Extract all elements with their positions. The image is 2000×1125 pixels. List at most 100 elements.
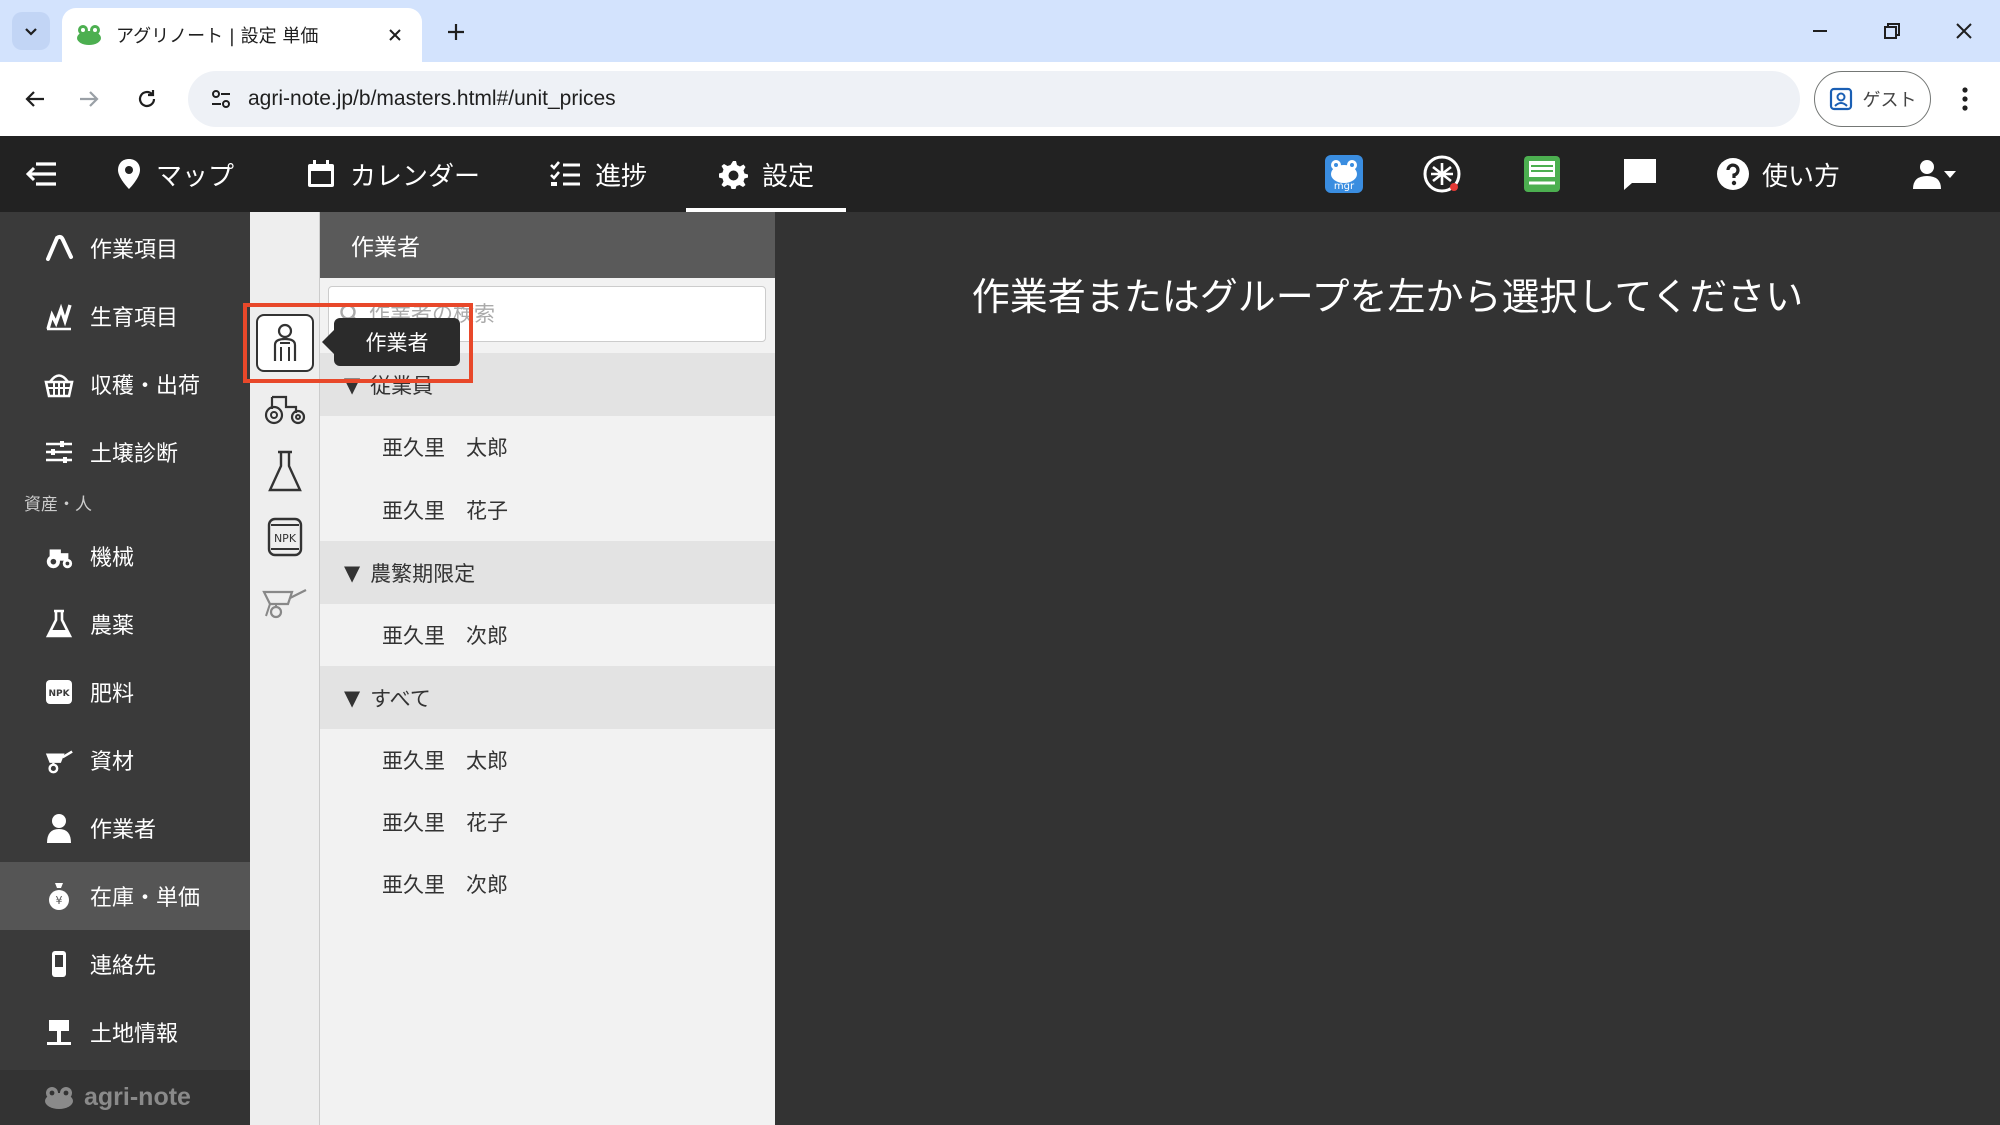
worker-row[interactable]: 亜久里 花子 [320,478,775,541]
browser-menu-button[interactable] [1948,80,1982,118]
reload-icon [138,90,156,108]
messages-button[interactable] [1620,154,1660,194]
worker-row[interactable]: 亜久里 太郎 [320,415,775,478]
flask-icon [44,609,74,639]
sidebar-item-label: 生育項目 [90,306,179,331]
worker-row[interactable]: 亜久里 次郎 [320,852,775,915]
mgr-app-button[interactable]: mgr [1322,154,1366,194]
nav-progress[interactable]: 進捗 [549,136,647,212]
agri-note-logo: agri-note [0,1070,250,1125]
site-info-button[interactable] [194,71,248,127]
sidebar-item-label: 資材 [90,750,135,775]
checklist-icon [550,161,580,186]
close-icon [389,29,401,41]
tab-title: アグリノート | 設定 単価 [116,26,319,47]
sidebar-item-land-info[interactable]: 土地情報 [0,998,250,1066]
worker-row[interactable]: 亜久里 次郎 [320,603,775,666]
arrow-right-icon [80,91,99,107]
worker-row[interactable]: 亜久里 太郎 [320,728,775,791]
user-icon [1913,160,1941,189]
reload-button[interactable] [128,80,166,118]
person-icon [44,813,74,843]
back-button[interactable] [16,80,54,118]
new-tab-button[interactable] [440,16,472,48]
sidebar-item-label: 農薬 [90,614,135,639]
nav-calendar[interactable]: カレンダー [306,136,480,212]
close-window-button[interactable] [1946,14,1982,48]
svg-text:¥: ¥ [56,894,63,907]
wheelbarrow-icon [44,745,74,775]
rice-app-button[interactable] [1422,154,1462,194]
sidebar-item-machinery[interactable]: 機械 [0,522,250,590]
sidebar-item-work-items[interactable]: 作業項目 [0,214,250,282]
sidebar-item-workers[interactable]: 作業者 [0,794,250,862]
nav-settings[interactable]: 設定 [686,136,847,212]
guest-profile-button[interactable]: ゲスト [1814,71,1931,127]
category-machinery-button[interactable] [256,378,314,436]
restore-button[interactable] [1874,14,1910,48]
category-materials-button[interactable] [256,572,314,630]
category-fertilizer-button[interactable]: NPK [256,508,314,566]
sidebar-item-label: 収穫・出荷 [90,374,201,399]
user-menu-button[interactable] [1906,154,1962,194]
frog-logo-icon [45,1086,73,1109]
group-row-busy-season[interactable]: ▼ 農繁期限定 [320,541,775,604]
npk-text: NPK [274,532,297,545]
close-icon [1956,23,1972,39]
nav-settings-label: 設定 [762,161,815,192]
sidebar-item-materials[interactable]: 資材 [0,726,250,794]
tractor-outline-icon [264,395,306,425]
group-row-all[interactable]: ▼ すべて [320,666,775,729]
phone-icon [44,949,74,979]
app-header: マップ カレンダー 進捗 設定 mgr 使い方 [0,136,2000,212]
work-item-icon [44,233,74,263]
tune-icon [212,90,230,108]
address-bar[interactable]: agri-note.jp/b/masters.html#/unit_prices [188,71,1800,127]
sidebar-item-fertilizer[interactable]: NPK 肥料 [0,658,250,726]
help-link[interactable]: 使い方 [1716,136,1840,212]
logo-text: agri-note [84,1083,191,1111]
npk-bag-icon: NPK [267,517,303,557]
growth-icon [44,301,74,331]
chat-bubble-icon [1624,159,1656,190]
sidebar-item-label: 連絡先 [90,954,157,979]
nav-map-label: マップ [156,161,235,192]
menu-collapse-icon [26,162,56,186]
group-name: 従業員 [370,373,434,398]
worker-row[interactable]: 亜久里 花子 [320,790,775,853]
caret-down-icon: ▼ [344,560,361,585]
sidebar-item-harvest[interactable]: 収穫・出荷 [0,350,250,418]
tab-search-button[interactable] [12,12,50,50]
npk-text: NPK [48,689,70,699]
sidebar-item-soil[interactable]: 土壌診断 [0,418,250,486]
sidebar-item-label: 土地情報 [90,1022,179,1047]
caret-down-icon: ▼ [344,685,361,710]
sidebar-item-pesticides[interactable]: 農薬 [0,590,250,658]
sidebar-section-assets: 資産・人 [24,495,92,515]
agri-guide-app-button[interactable] [1522,154,1562,194]
workers-tooltip: 作業者 [322,318,460,366]
category-pesticides-button[interactable] [256,443,314,501]
minimize-button[interactable] [1802,14,1838,48]
category-workers-button[interactable] [256,314,314,372]
tab-close-button[interactable] [382,22,408,48]
browser-tab-bar: アグリノート | 設定 単価 [0,0,2000,62]
forward-button[interactable] [70,80,108,118]
money-bag-icon: ¥ [44,881,74,911]
chevron-down-icon [25,28,37,36]
worker-name: 亜久里 次郎 [382,623,508,648]
sidebar-item-inventory-prices[interactable]: ¥ 在庫・単価 [0,862,250,930]
sidebar-toggle-button[interactable] [22,154,62,194]
arrow-left-icon [25,91,44,107]
map-pin-icon [118,159,140,189]
sidebar-item-contacts[interactable]: 連絡先 [0,930,250,998]
browser-tab[interactable]: アグリノート | 設定 単価 [62,8,422,62]
caret-down-icon [1944,171,1956,178]
mgr-frog-icon: mgr [1325,155,1363,193]
worker-outline-icon [273,323,297,361]
group-name: すべて [370,686,431,711]
question-circle-icon [1717,158,1749,190]
nav-map[interactable]: マップ [116,136,234,212]
wheelbarrow-outline-icon [262,589,307,619]
sidebar-item-growth-items[interactable]: 生育項目 [0,282,250,350]
